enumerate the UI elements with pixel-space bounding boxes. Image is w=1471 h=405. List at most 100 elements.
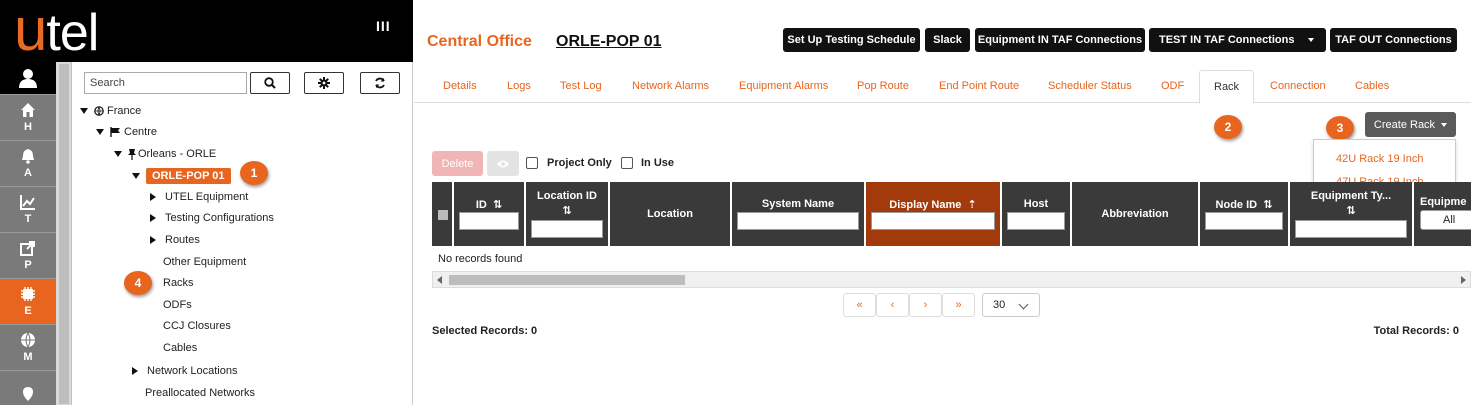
column-equipment[interactable]: Equipme All [1414,182,1471,246]
sort-icon[interactable]: ⇅ [1263,199,1272,211]
tab-end-point-route[interactable]: End Point Route [939,80,1019,92]
view-button[interactable] [487,151,519,176]
tree-node-testing-configurations[interactable]: Testing Configurations [150,210,274,226]
sort-asc-icon[interactable]: ⇡ [968,199,977,211]
tab-connection[interactable]: Connection [1270,80,1326,92]
last-page-button[interactable]: » [942,293,975,317]
tree-node-network-locations[interactable]: Network Locations [132,363,238,379]
tab-pop-route[interactable]: Pop Route [857,80,909,92]
rail-item-projects[interactable]: P [0,232,56,278]
rail-scrollbar[interactable] [56,62,72,405]
caret-right-icon[interactable] [150,214,156,222]
taf-out-button[interactable]: TAF OUT Connections [1330,28,1457,52]
page-title[interactable]: ORLE-POP 01 [556,33,662,51]
prev-page-button[interactable]: ‹ [876,293,909,317]
column-location[interactable]: Location [610,182,732,246]
create-rack-label: Create Rack [1373,118,1436,131]
tab-logs[interactable]: Logs [507,80,531,92]
tree-node-france[interactable]: France [80,103,141,119]
tab-details[interactable]: Details [443,80,477,92]
next-page-button[interactable]: › [909,293,942,317]
column-equipment-type[interactable]: Equipment Ty... ⇅ [1290,182,1414,246]
tree-search-input[interactable] [84,72,247,94]
select-all-checkbox[interactable] [438,210,448,220]
sort-icon[interactable]: ⇅ [526,204,608,217]
system-name-filter-input[interactable] [737,212,859,230]
rail-item-equipment[interactable]: E [0,278,56,324]
settings-button[interactable] [304,72,344,94]
host-filter-input[interactable] [1007,212,1065,230]
selected-node-label[interactable]: ORLE-POP 01 [146,168,231,184]
caret-down-icon[interactable] [80,108,88,114]
chevron-down-icon[interactable] [1308,38,1314,42]
scroll-thumb[interactable] [449,275,685,285]
setup-testing-schedule-button[interactable]: Set Up Testing Schedule [783,28,920,52]
scroll-right-icon[interactable] [1461,276,1466,284]
grid-horizontal-scrollbar[interactable] [432,271,1471,288]
node-id-filter-input[interactable] [1205,212,1283,230]
project-only-checkbox[interactable] [526,157,538,169]
equipment-filter-select[interactable]: All [1420,210,1471,230]
rail-item-alarms[interactable]: A [0,140,56,186]
tree-node-orleans[interactable]: Orleans - ORLE [114,146,216,162]
menu-toggle-icon[interactable]: III [376,18,391,34]
user-icon[interactable] [0,62,56,94]
location-id-filter-input[interactable] [531,220,603,238]
tab-equipment-alarms[interactable]: Equipment Alarms [739,80,828,92]
page-size-select[interactable]: 30 [982,293,1040,317]
tab-cables[interactable]: Cables [1355,80,1389,92]
rail-item-location[interactable] [0,370,56,405]
menu-item-42u-rack[interactable]: 42U Rack 19 Inch [1336,153,1423,165]
tab-rack[interactable]: Rack [1199,70,1255,104]
display-name-filter-input[interactable] [871,212,995,230]
caret-down-icon[interactable] [96,129,104,135]
tab-scheduler-status[interactable]: Scheduler Status [1048,80,1132,92]
first-page-button[interactable]: « [843,293,876,317]
scroll-thumb[interactable] [59,64,69,404]
caret-right-icon[interactable] [150,236,156,244]
column-label: Location ID [537,190,597,202]
equipment-type-filter-input[interactable] [1295,220,1407,238]
caret-right-icon[interactable] [150,193,156,201]
column-location-id[interactable]: Location ID ⇅ [526,182,610,246]
tree-node-ccj-closures[interactable]: CCJ Closures [163,318,231,334]
tab-test-log[interactable]: Test Log [560,80,602,92]
caret-right-icon[interactable] [132,367,138,375]
column-node-id[interactable]: Node ID ⇅ [1200,182,1290,246]
refresh-button[interactable] [360,72,400,94]
tab-network-alarms[interactable]: Network Alarms [632,80,709,92]
tree-node-racks[interactable]: Racks [163,275,194,291]
column-system-name[interactable]: System Name [732,182,866,246]
tree-node-utel-equipment[interactable]: UTEL Equipment [150,189,248,205]
id-filter-input[interactable] [459,212,519,230]
tree-node-preallocated-networks[interactable]: Preallocated Networks [145,385,255,401]
search-button[interactable] [250,72,290,94]
equipment-in-taf-button[interactable]: Equipment IN TAF Connections [975,28,1145,52]
rail-label: H [24,121,32,133]
tree-node-other-equipment[interactable]: Other Equipment [163,254,246,270]
rail-item-testing[interactable]: T [0,186,56,232]
column-display-name[interactable]: Display Name ⇡ [866,182,1002,246]
column-abbreviation[interactable]: Abbreviation [1072,182,1200,246]
caret-down-icon[interactable] [132,173,140,179]
tree-node-centre[interactable]: Centre [96,124,157,140]
tree-node-routes[interactable]: Routes [150,232,200,248]
sort-icon[interactable]: ⇅ [493,199,502,211]
share-icon [20,241,35,256]
column-id[interactable]: ID ⇅ [454,182,526,246]
tree-node-odfs[interactable]: ODFs [163,297,192,313]
test-in-taf-button[interactable]: TEST IN TAF Connections [1149,28,1326,52]
tree-node-pop[interactable]: ORLE-POP 01 [132,166,231,186]
rail-item-map[interactable]: M [0,324,56,370]
column-host[interactable]: Host [1002,182,1072,246]
delete-button[interactable]: Delete [432,151,483,176]
slack-button[interactable]: Slack [925,28,970,52]
scroll-left-icon[interactable] [437,276,442,284]
tab-odf[interactable]: ODF [1161,80,1184,92]
in-use-checkbox[interactable] [621,157,633,169]
tree-node-cables[interactable]: Cables [163,340,197,356]
caret-down-icon[interactable] [114,151,122,157]
create-rack-button[interactable]: Create Rack [1365,112,1456,137]
sort-icon[interactable]: ⇅ [1290,204,1412,217]
rail-item-home[interactable]: H [0,94,56,140]
